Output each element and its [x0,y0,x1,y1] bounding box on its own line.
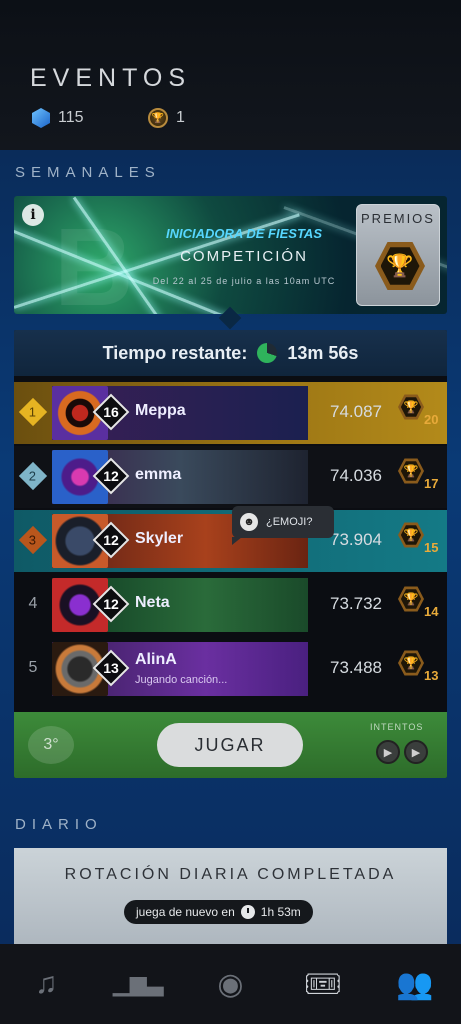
current-place-badge: 3° [28,726,74,764]
trophy-reward-icon: 🏆 [398,586,424,612]
player-name: Skyler [135,530,184,547]
event-name: INICIADORA DE FIESTAS [165,226,322,241]
nav-ticket-star-icon[interactable]: 🎟 [298,959,348,1009]
rank-number: 5 [28,659,38,676]
nav-group-icon[interactable]: 👥 [390,959,440,1009]
play-again-label: juega de nuevo en [136,905,235,919]
bottom-nav: ♫ ▁▆▃ ◉ 🎟 👥 [0,944,461,1024]
reward-count: 14 [424,604,439,619]
nav-music-plus-icon[interactable]: ♫ [21,959,71,1009]
token-count: 1 [176,109,185,126]
player-card[interactable]: 16 Meppa [52,386,308,440]
trophy-reward-icon: 🏆 [398,650,424,676]
time-remaining-label: Tiempo restante: [102,342,248,363]
daily-rotation-card[interactable]: ROTACIÓN DIARIA COMPLETADA juega de nuev… [14,848,447,944]
time-remaining: Tiempo restante: 13m 56s [14,330,447,376]
daily-title: ROTACIÓN DIARIA COMPLETADA [64,866,397,883]
time-remaining-value: 13m 56s [287,342,359,363]
rank-number: 4 [28,595,38,612]
prizes-button[interactable]: PREMIOS 🏆 [356,204,440,306]
event-dates: Del 22 al 25 de julio a las 10am UTC [152,276,336,286]
play-again-time: 1h 53m [260,905,301,919]
player-name: Neta [135,594,170,611]
event-type: COMPETICIÓN [180,248,308,265]
player-score: 73.732 [330,594,382,613]
leaderboard-row[interactable]: 5 13 AlinA Jugando canción... 73.488 🏆 1… [14,638,447,700]
player-card[interactable]: 12 Neta [52,578,308,632]
banner-logo-graphic: B [54,206,134,314]
reward-count: 17 [424,476,439,491]
player-card[interactable]: 13 AlinA Jugando canción... [52,642,308,696]
attempts-label: INTENTOS [370,722,424,732]
trophy-reward-icon: 🏆 [398,394,424,420]
trophy-token-icon: 🏆 [148,108,168,128]
player-name: AlinA [135,651,177,668]
leaderboard-row[interactable]: 4 12 Neta 73.732 🏆 14 [14,574,447,636]
play-button[interactable]: JUGAR [157,723,303,767]
smiley-icon: ☻ [240,513,258,531]
reward-count: 15 [424,540,439,555]
play-bar: 3° JUGAR INTENTOS ▶ ▶ [14,712,447,778]
leaderboard-row[interactable]: 3 12 Skyler 73.904 🏆 15 [14,510,447,572]
leaderboard: Tiempo restante: 13m 56s 1 16 Meppa 74.0… [14,330,447,778]
attempt-play-icon: ▶ [404,740,428,764]
rank-badge-silver: 2 [18,461,48,491]
gem-counter: 115 [32,108,84,128]
nav-podium-icon[interactable]: ▁▆▃ [113,959,164,1009]
player-name: emma [135,466,182,483]
trophy-reward-icon: 🏆 [398,522,424,548]
header: EVENTOS 115 🏆 1 [0,0,461,150]
player-status: Jugando canción... [135,674,228,686]
player-name: Meppa [135,402,186,419]
leaderboard-row[interactable]: 2 12 emma 74.036 🏆 17 [14,446,447,508]
gem-count: 115 [58,109,84,126]
prizes-label: PREMIOS [361,211,435,226]
emoji-tooltip-label: ¿EMOJI? [266,516,313,528]
leaderboard-row[interactable]: 1 16 Meppa 74.087 🏆 20 [14,382,447,444]
timer-pie-icon [257,343,278,363]
player-score: 74.036 [330,466,382,485]
reward-count: 20 [424,412,439,427]
page-title: EVENTOS [30,64,192,92]
gem-icon [32,108,50,128]
nav-play-disc-icon[interactable]: ◉ [205,959,255,1009]
section-daily-label: DIARIO [15,816,103,833]
info-icon[interactable]: i [22,204,44,226]
rank-badge-bronze: 3 [18,525,48,555]
emoji-tooltip[interactable]: ☻ ¿EMOJI? [232,506,334,545]
clock-icon [240,905,255,919]
rank-badge-gold: 1 [18,397,48,427]
token-counter: 🏆 1 [148,108,185,128]
reward-count: 13 [424,668,439,683]
player-card[interactable]: 12 emma [52,450,308,504]
player-score: 73.488 [330,658,382,677]
play-again-timer: juega de nuevo en 1h 53m [124,900,313,924]
trophy-reward-icon: 🏆 [398,458,424,484]
player-score: 74.087 [330,402,382,421]
event-banner[interactable]: B i INICIADORA DE FIESTAS COMPETICIÓN De… [14,196,447,314]
attempt-play-icon: ▶ [376,740,400,764]
trophy-badge-icon: 🏆 [375,242,425,290]
section-weekly-label: SEMANALES [15,164,161,181]
